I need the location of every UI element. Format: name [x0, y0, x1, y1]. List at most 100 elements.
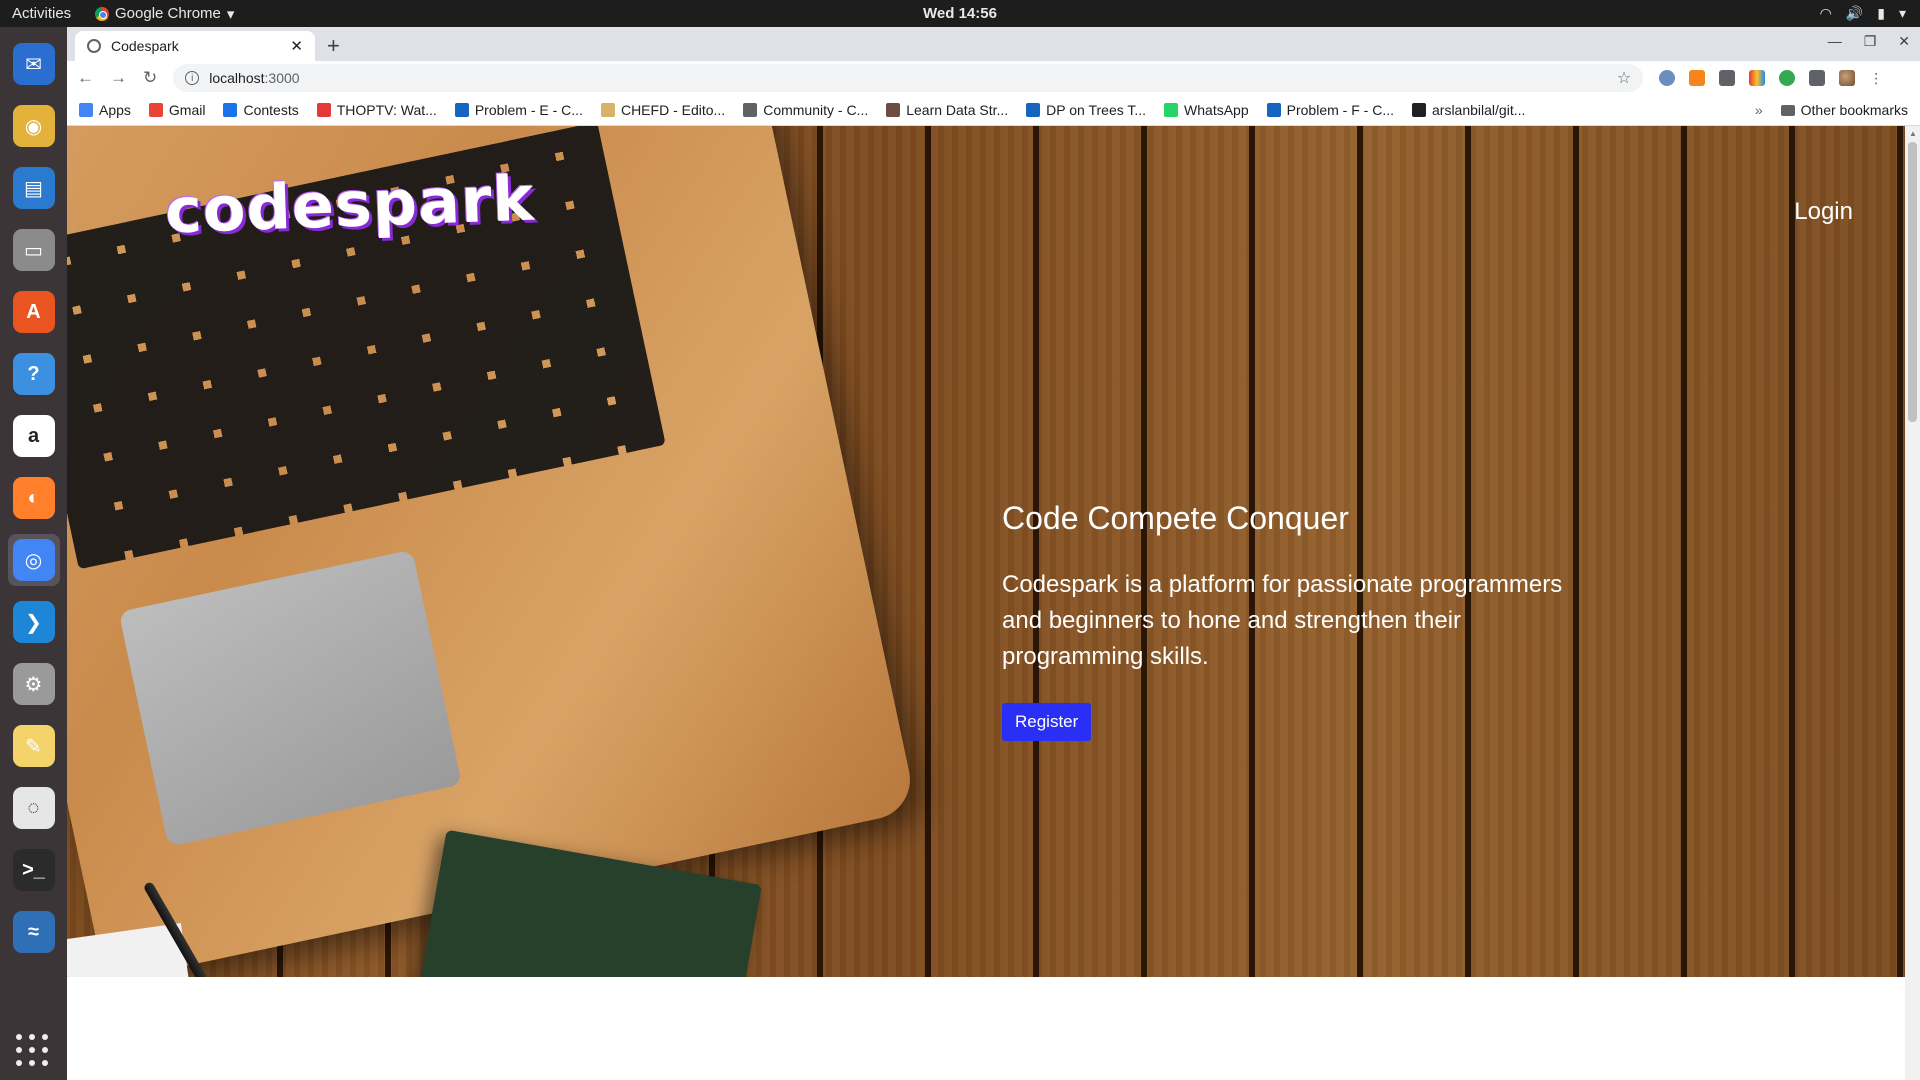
restore-icon[interactable]: ❐ — [1864, 33, 1877, 50]
bars-extension-icon[interactable] — [1749, 70, 1766, 86]
bookmark-label: Gmail — [168, 102, 206, 118]
dock-chrome[interactable]: ◎ — [7, 534, 60, 586]
rhythmbox-icon: ◉ — [12, 105, 55, 147]
bookmark-label: Contests — [243, 102, 299, 118]
bookmark-favicon-icon — [600, 103, 615, 117]
show-applications-button[interactable] — [16, 1034, 48, 1066]
url-host: localhost — [209, 70, 265, 86]
bookmark-label: Apps — [99, 102, 131, 118]
app-menu[interactable]: Google Chrome ▾ — [95, 5, 234, 23]
bookmark-favicon-icon — [223, 103, 238, 117]
ubuntu-software-icon: A — [12, 291, 55, 333]
login-link[interactable]: Login — [1794, 198, 1853, 226]
system-top-bar: Activities Google Chrome ▾ Wed 14:56 ◠ 🔊… — [0, 0, 1920, 27]
tab-title: Codespark — [111, 38, 179, 54]
chrome-icon — [95, 6, 109, 21]
bookmark-favicon-icon — [1026, 103, 1041, 117]
back-icon[interactable]: ← — [77, 68, 94, 88]
bookmarks-bar: Apps Gmail Contests THOPTV: Wat... Problem -… — [67, 95, 1920, 126]
scroll-up-icon[interactable]: ▲ — [1909, 129, 1917, 138]
system-tray[interactable]: ◠ 🔊 ▮ ▾ — [1820, 5, 1906, 22]
bookmark-item[interactable]: Problem - F - C... — [1266, 102, 1394, 118]
dock-settings[interactable]: ⚙ — [8, 658, 60, 710]
dock-amazon[interactable]: a — [8, 410, 60, 462]
bookmark-item[interactable]: Learn Data Str... — [886, 102, 1008, 118]
address-bar[interactable]: i localhost:3000 ☆ — [173, 64, 1644, 92]
wifi-icon: ◠ — [1819, 5, 1832, 21]
bookmark-item[interactable]: Community - C... — [743, 102, 868, 118]
kebab-menu-icon[interactable]: ⋮ — [1869, 70, 1883, 86]
tab-codespark[interactable]: Codespark ✕ — [75, 31, 315, 61]
libreoffice-writer-icon: ▤ — [12, 167, 55, 209]
clock[interactable]: Wed 14:56 — [923, 5, 997, 22]
profile-avatar[interactable] — [1839, 70, 1856, 86]
app-menu-label: Google Chrome — [115, 5, 221, 22]
bookmark-item[interactable]: arslanbilal/git... — [1412, 102, 1525, 118]
cube-extension-icon[interactable] — [1719, 70, 1736, 86]
reload-icon[interactable]: ↻ — [143, 68, 157, 88]
new-tab-button[interactable]: + — [327, 33, 340, 59]
dock-vscode[interactable]: ❯ — [8, 596, 60, 648]
more-bookmarks-icon[interactable]: » — [1755, 102, 1763, 118]
hero-description: Codespark is a platform for passionate p… — [1002, 571, 1563, 670]
volume-icon: 🔊 — [1845, 5, 1864, 21]
green-extension-icon[interactable] — [1779, 70, 1796, 86]
dock-files[interactable]: ▭ — [8, 224, 60, 276]
dock-terminal[interactable]: >_ — [8, 844, 60, 896]
bookmark-label: DP on Trees T... — [1046, 102, 1147, 118]
firefox-icon: ◐ — [12, 477, 55, 519]
bookmark-item[interactable]: THOPTV: Wat... — [316, 102, 437, 118]
bookmark-label: Learn Data Str... — [906, 102, 1009, 118]
text-editor-icon: ✎ — [12, 725, 55, 767]
register-button[interactable]: Register — [1002, 703, 1092, 741]
bookmark-label: Problem - F - C... — [1286, 102, 1394, 118]
metamask-icon[interactable] — [1689, 70, 1706, 86]
dock-help[interactable]: ? — [8, 348, 60, 400]
site-info-icon[interactable]: i — [185, 71, 200, 85]
minimize-icon[interactable]: — — [1828, 33, 1842, 50]
extension-icon[interactable] — [1659, 70, 1676, 86]
bookmark-item[interactable]: DP on Trees T... — [1026, 102, 1146, 118]
dock-text-editor[interactable]: ✎ — [8, 720, 60, 772]
bookmark-item[interactable]: WhatsApp — [1164, 102, 1249, 118]
forward-icon[interactable]: → — [110, 68, 127, 88]
puzzle-extensions-icon[interactable] — [1809, 70, 1826, 86]
bookmark-favicon-icon — [79, 103, 93, 117]
dock-pdf-viewer[interactable]: ◌ — [8, 782, 60, 834]
other-bookmarks-label: Other bookmarks — [1800, 102, 1908, 118]
dock-firefox[interactable]: ◐ — [8, 472, 60, 524]
amazon-icon: a — [12, 415, 55, 457]
other-bookmarks-folder[interactable]: Other bookmarks — [1780, 102, 1908, 118]
bookmark-label: CHEFD - Edito... — [620, 102, 726, 118]
hero-headline: Code Compete Conquer — [1002, 500, 1349, 536]
dock-wireshark[interactable]: ≈ — [8, 906, 60, 958]
bookmark-star-icon[interactable]: ☆ — [1617, 68, 1631, 88]
bookmark-item[interactable]: CHEFD - Edito... — [600, 102, 726, 118]
activities-button[interactable]: Activities — [0, 5, 95, 22]
dock-rhythmbox[interactable]: ◉ — [8, 100, 60, 152]
bookmark-item[interactable]: Gmail — [148, 102, 206, 118]
bookmark-item[interactable]: Problem - E - C... — [454, 102, 583, 118]
bookmark-item[interactable]: Apps — [79, 102, 131, 118]
pdf-viewer-icon: ◌ — [12, 787, 55, 829]
chrome-window: Codespark ✕ + — ❐ ✕ ← → ↻ i localhost:30… — [67, 27, 1920, 1080]
bookmark-label: arslanbilal/git... — [1432, 102, 1526, 118]
close-window-icon[interactable]: ✕ — [1898, 33, 1910, 50]
bookmark-favicon-icon — [1164, 103, 1179, 117]
site-logo[interactable]: codespark — [164, 162, 536, 248]
bookmark-item[interactable]: Contests — [223, 102, 299, 118]
bookmark-favicon-icon — [148, 103, 163, 117]
hero-content: Code Compete Conquer Codespark is a plat… — [1002, 500, 1602, 741]
bookmark-favicon-icon — [743, 103, 758, 117]
bookmark-label: Problem - E - C... — [474, 102, 583, 118]
dock-thunderbird[interactable]: ✉ — [8, 38, 60, 90]
dock-libreoffice-writer[interactable]: ▤ — [8, 162, 60, 214]
page-scrollbar[interactable]: ▲ — [1905, 126, 1920, 1080]
bookmark-label: THOPTV: Wat... — [336, 102, 437, 118]
bookmark-label: WhatsApp — [1184, 102, 1249, 118]
settings-icon: ⚙ — [12, 663, 55, 705]
scrollbar-thumb[interactable] — [1908, 142, 1917, 422]
folder-icon — [1780, 104, 1795, 116]
dock-ubuntu-software[interactable]: A — [8, 286, 60, 338]
close-tab-icon[interactable]: ✕ — [290, 37, 303, 55]
